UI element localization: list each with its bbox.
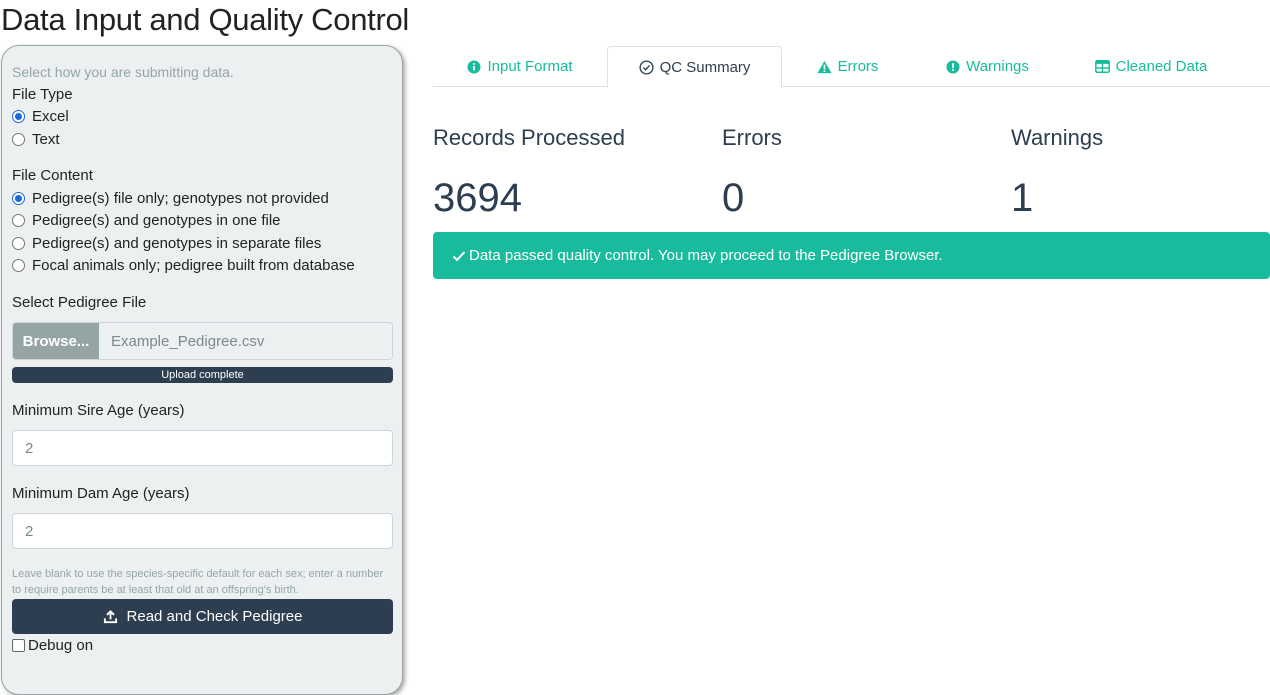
file-upload-input[interactable]: Browse... Example_Pedigree.csv <box>12 322 393 360</box>
upload-progress-fill: Upload complete <box>12 367 393 383</box>
records-processed-label: Records Processed <box>433 125 625 150</box>
read-and-check-button[interactable]: Read and Check Pedigree <box>12 599 393 634</box>
records-processed-value: 3694 <box>433 176 522 220</box>
radio-indicator[interactable] <box>12 132 25 146</box>
tab-label: Warnings <box>966 58 1029 75</box>
tab-cleaned-data[interactable]: Cleaned Data <box>1062 46 1240 87</box>
radio-file-type-excel[interactable]: Excel <box>12 106 69 126</box>
warnings-count-label: Warnings <box>1011 125 1104 150</box>
radio-label: Pedigree(s) and genotypes in separate fi… <box>32 234 322 252</box>
radio-indicator[interactable] <box>12 236 25 250</box>
tab-warnings[interactable]: Warnings <box>913 46 1062 87</box>
qc-success-alert: Data passed quality control. You may pro… <box>433 232 1270 279</box>
radio-indicator[interactable] <box>12 191 25 205</box>
info-circle-icon <box>467 60 481 74</box>
radio-content-separate-files[interactable]: Pedigree(s) and genotypes in separate fi… <box>12 233 321 253</box>
warning-triangle-icon <box>817 60 832 74</box>
debug-checkbox-row[interactable]: Debug on <box>12 637 93 654</box>
radio-indicator[interactable] <box>12 213 25 227</box>
table-icon <box>1094 60 1110 73</box>
min-sire-age-label: Minimum Sire Age (years) <box>12 402 185 419</box>
file-name-display: Example_Pedigree.csv <box>111 332 265 350</box>
upload-icon <box>103 609 118 624</box>
tab-label: Cleaned Data <box>1115 58 1208 75</box>
radio-label: Excel <box>32 107 69 125</box>
tab-errors[interactable]: Errors <box>782 46 913 87</box>
read-and-check-label: Read and Check Pedigree <box>126 608 303 625</box>
radio-file-type-text[interactable]: Text <box>12 129 60 149</box>
tab-label: QC Summary <box>659 58 751 76</box>
pedigree-file-label: Select Pedigree File <box>12 294 147 311</box>
radio-indicator[interactable] <box>12 258 25 272</box>
min-dam-age-input[interactable]: 2 <box>12 513 393 549</box>
warnings-count-value: 1 <box>1011 176 1034 220</box>
radio-label: Pedigree(s) file only; genotypes not pro… <box>32 189 329 207</box>
alert-text: Data passed quality control. You may pro… <box>469 247 943 264</box>
upload-progress-bar: Upload complete <box>12 367 393 383</box>
sidebar-hint: Select how you are submitting data. <box>12 64 234 80</box>
tab-bar: Input Format QC Summary Errors Warnings … <box>433 46 1270 88</box>
min-sire-age-input[interactable]: 2 <box>12 430 393 466</box>
checkmark-icon <box>452 250 466 262</box>
min-dam-age-label: Minimum Dam Age (years) <box>12 485 190 502</box>
browse-button[interactable]: Browse... <box>13 323 99 359</box>
tab-qc-summary[interactable]: QC Summary <box>607 46 782 88</box>
age-help-text: Leave blank to use the species-specific … <box>12 568 384 596</box>
file-content-label: File Content <box>12 167 93 184</box>
radio-content-focal-animals[interactable]: Focal animals only; pedigree built from … <box>12 255 355 275</box>
tab-label: Input Format <box>487 58 573 75</box>
file-type-label: File Type <box>12 86 73 103</box>
sidebar-panel: Select how you are submitting data. File… <box>1 45 403 695</box>
exclamation-circle-icon <box>946 60 960 74</box>
tab-label: Errors <box>837 58 879 75</box>
radio-label: Focal animals only; pedigree built from … <box>32 256 355 274</box>
radio-content-one-file[interactable]: Pedigree(s) and genotypes in one file <box>12 210 281 230</box>
check-circle-icon <box>639 59 654 75</box>
page-title: Data Input and Quality Control <box>1 2 410 37</box>
radio-label: Text <box>32 130 60 148</box>
errors-count-value: 0 <box>722 176 745 220</box>
tab-input-format[interactable]: Input Format <box>433 46 607 87</box>
errors-count-label: Errors <box>722 125 782 150</box>
radio-label: Pedigree(s) and genotypes in one file <box>32 211 281 229</box>
debug-checkbox[interactable] <box>12 639 25 652</box>
debug-label: Debug on <box>28 637 94 654</box>
radio-indicator[interactable] <box>12 109 25 123</box>
radio-content-pedigree-only[interactable]: Pedigree(s) file only; genotypes not pro… <box>12 188 329 208</box>
